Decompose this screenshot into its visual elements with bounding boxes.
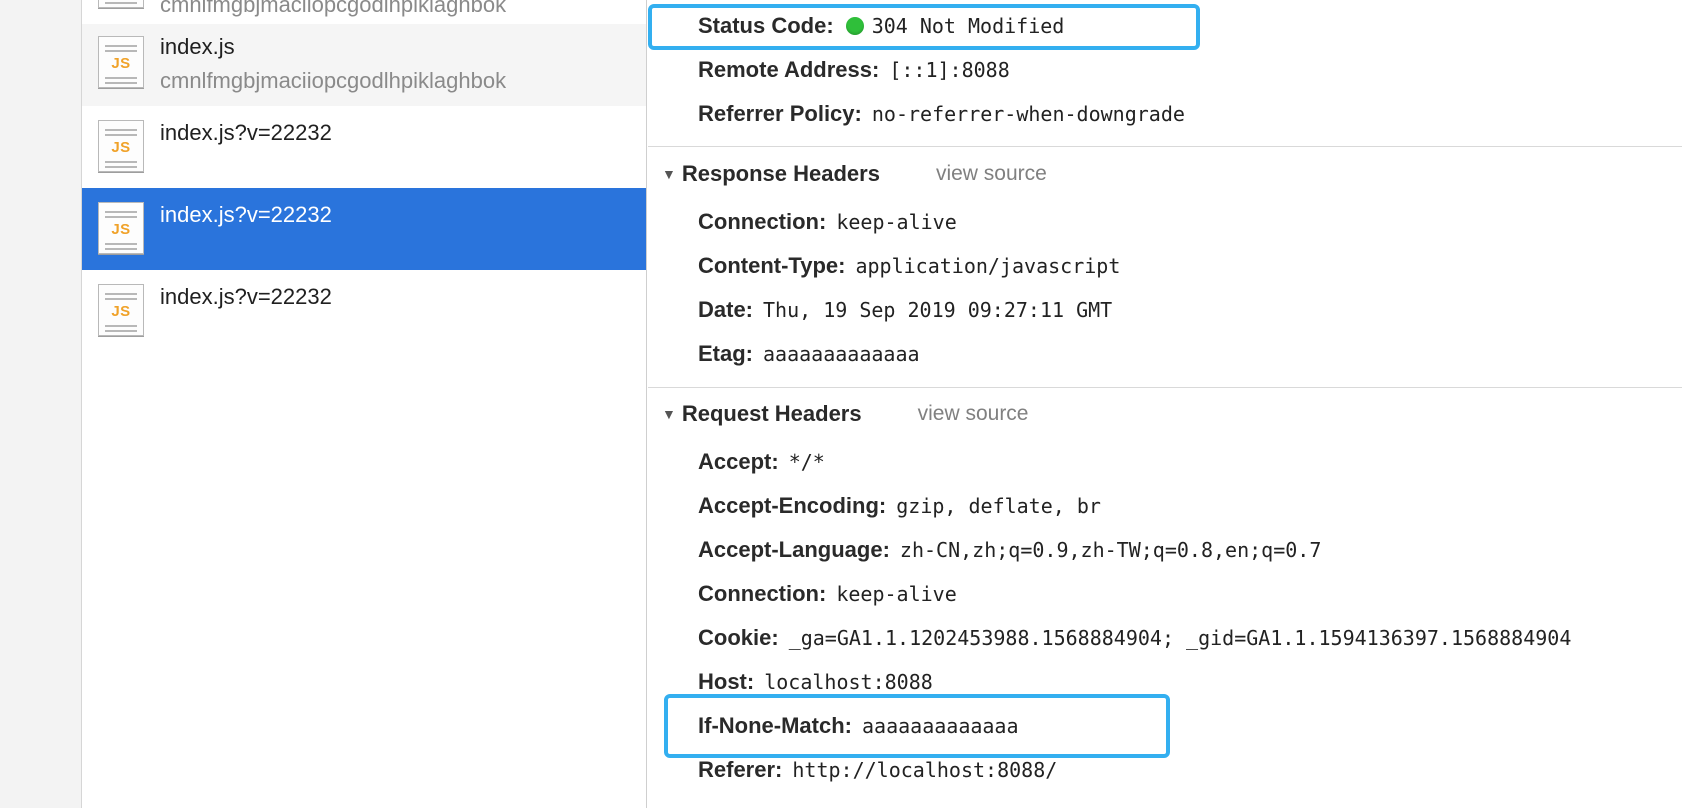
- header-value: localhost:8088: [764, 670, 933, 694]
- request-header-row: Accept: */*: [698, 447, 825, 477]
- left-gutter: [0, 0, 82, 808]
- request-header-row: Referer: http://localhost:8088/: [698, 755, 1057, 785]
- request-initiator: cmnlfmgbjmaciiopcgodlhpiklaghbok: [160, 0, 507, 17]
- request-header-row: Accept-Language: zh-CN,zh;q=0.9,zh-TW;q=…: [698, 535, 1321, 565]
- request-name: index.js?v=22232: [160, 202, 332, 227]
- header-value: zh-CN,zh;q=0.9,zh-TW;q=0.8,en;q=0.7: [899, 538, 1322, 562]
- triangle-down-icon: ▼: [662, 406, 676, 422]
- response-header-row: Connection: keep-alive: [698, 207, 957, 237]
- response-headers-toggle[interactable]: ▼ Response Headers view source: [662, 159, 1047, 189]
- view-source-link[interactable]: view source: [918, 402, 1029, 426]
- header-value: no-referrer-when-downgrade: [871, 102, 1185, 126]
- view-source-link[interactable]: view source: [936, 162, 1047, 186]
- request-name: index.js?v=22232: [160, 284, 332, 309]
- js-badge: JS: [111, 139, 131, 156]
- header-value: http://localhost:8088/: [792, 758, 1058, 782]
- header-name: Accept-Language:: [698, 537, 890, 562]
- header-name: Date:: [698, 297, 754, 322]
- header-referrer-policy: Referrer Policy: no-referrer-when-downgr…: [698, 99, 1185, 129]
- js-file-icon: JS: [98, 202, 144, 254]
- header-name: Host:: [698, 669, 755, 694]
- header-value: keep-alive: [836, 210, 957, 234]
- request-header-row: Cookie: _ga=GA1.1.1202453988.1568884904;…: [698, 623, 1571, 653]
- request-row[interactable]: JS index.js cmnlfmgbjmaciiopcgodlhpiklag…: [82, 24, 646, 106]
- js-file-icon: JS: [98, 36, 144, 88]
- header-name: Accept-Encoding:: [698, 493, 887, 518]
- network-request-list: JS cmnlfmgbjmaciiopcgodlhpiklaghbok JS i…: [82, 0, 647, 808]
- js-badge: JS: [111, 55, 131, 72]
- request-header-row: Host: localhost:8088: [698, 667, 933, 697]
- header-value: aaaaaaaaaaaaa: [763, 342, 920, 366]
- js-file-icon: JS: [98, 284, 144, 336]
- js-badge: JS: [111, 303, 131, 320]
- header-name: Connection:: [698, 209, 827, 234]
- header-name: Remote Address:: [698, 57, 880, 82]
- header-value: keep-alive: [836, 582, 957, 606]
- request-name: index.js: [160, 34, 235, 59]
- status-code-highlight-box: [648, 4, 1200, 50]
- if-none-match-highlight-box: [664, 694, 1170, 758]
- response-header-row: Date: Thu, 19 Sep 2019 09:27:11 GMT: [698, 295, 1112, 325]
- header-value: application/javascript: [855, 254, 1121, 278]
- header-value: */*: [788, 450, 825, 474]
- section-divider: [648, 146, 1682, 147]
- header-name: Cookie:: [698, 625, 779, 650]
- request-initiator: cmnlfmgbjmaciiopcgodlhpiklaghbok: [160, 68, 507, 93]
- header-name: Accept:: [698, 449, 779, 474]
- header-value: [::1]:8088: [889, 58, 1010, 82]
- response-header-row: Content-Type: application/javascript: [698, 251, 1120, 281]
- request-header-row: Accept-Encoding: gzip, deflate, br: [698, 491, 1101, 521]
- section-title: Request Headers: [681, 401, 862, 426]
- request-header-row: Connection: keep-alive: [698, 579, 957, 609]
- header-name: Etag:: [698, 341, 753, 366]
- header-name: Referrer Policy:: [698, 101, 862, 126]
- section-title: Response Headers: [681, 161, 880, 186]
- js-file-icon: JS: [98, 120, 144, 172]
- request-row[interactable]: JS index.js?v=22232: [82, 270, 646, 352]
- request-row-selected[interactable]: JS index.js?v=22232: [82, 188, 646, 270]
- headers-panel: Status Code: 304 Not Modified Remote Add…: [648, 0, 1682, 808]
- request-row[interactable]: JS index.js?v=22232: [82, 106, 646, 188]
- header-name: Connection:: [698, 581, 827, 606]
- header-name: Content-Type:: [698, 253, 846, 278]
- header-remote-address: Remote Address: [::1]:8088: [698, 55, 1010, 85]
- triangle-down-icon: ▼: [662, 166, 676, 182]
- header-value: Thu, 19 Sep 2019 09:27:11 GMT: [763, 298, 1113, 322]
- js-badge: JS: [111, 221, 131, 238]
- section-divider: [648, 387, 1682, 388]
- request-headers-toggle[interactable]: ▼ Request Headers view source: [662, 399, 1029, 429]
- js-file-icon: JS: [98, 0, 144, 8]
- response-header-row: Etag: aaaaaaaaaaaaa: [698, 339, 920, 369]
- request-row[interactable]: JS cmnlfmgbjmaciiopcgodlhpiklaghbok: [82, 0, 646, 24]
- header-name: Referer:: [698, 757, 783, 782]
- request-name: index.js?v=22232: [160, 120, 332, 145]
- header-value: gzip, deflate, br: [896, 494, 1101, 518]
- header-value: _ga=GA1.1.1202453988.1568884904; _gid=GA…: [788, 626, 1572, 650]
